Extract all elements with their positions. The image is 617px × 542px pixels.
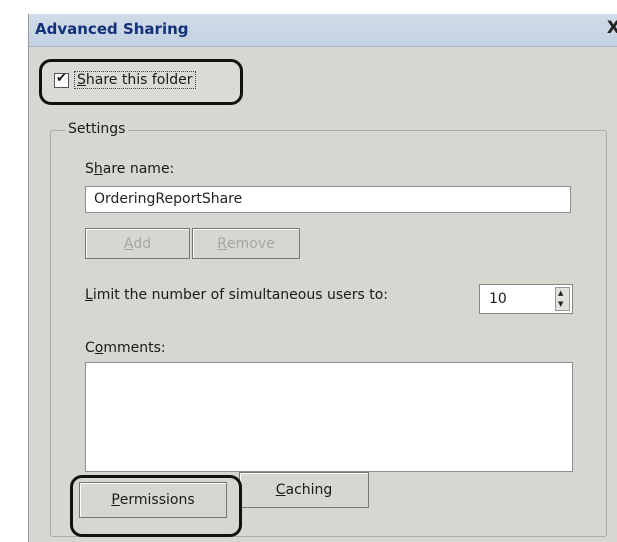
close-icon[interactable]: X — [607, 18, 617, 38]
down-arrow-icon[interactable]: ▼ — [558, 300, 563, 308]
settings-legend: Settings — [65, 121, 129, 137]
caching-button[interactable]: Caching — [239, 472, 369, 508]
up-arrow-icon[interactable]: ▲ — [558, 289, 563, 297]
share-folder-label[interactable]: Share this folder — [74, 71, 196, 89]
add-button[interactable]: Add — [85, 228, 190, 259]
window-title: Advanced Sharing — [35, 20, 189, 38]
spinner-buttons[interactable]: ▲ ▼ — [555, 287, 570, 311]
share-this-folder-highlight: ✔ Share this folder — [39, 59, 243, 105]
advanced-sharing-dialog: Advanced Sharing X ✔ Share this folder S… — [28, 14, 617, 542]
permissions-highlight — [70, 475, 242, 537]
title-bar: Advanced Sharing X — [29, 14, 617, 47]
checkmark-icon: ✔ — [56, 71, 67, 86]
comments-label: Comments: — [85, 340, 166, 356]
share-name-value: OrderingReportShare — [94, 191, 243, 207]
share-name-label: Share name: — [85, 161, 175, 177]
user-limit-value: 10 — [489, 291, 507, 307]
user-limit-spinner[interactable]: 10 ▲ ▼ — [479, 284, 573, 314]
limit-users-label: Limit the number of simultaneous users t… — [85, 287, 389, 303]
comments-textarea[interactable] — [85, 362, 573, 472]
share-name-input[interactable]: OrderingReportShare — [85, 186, 571, 213]
share-folder-checkbox[interactable]: ✔ — [54, 71, 69, 88]
remove-button[interactable]: Remove — [192, 228, 300, 259]
